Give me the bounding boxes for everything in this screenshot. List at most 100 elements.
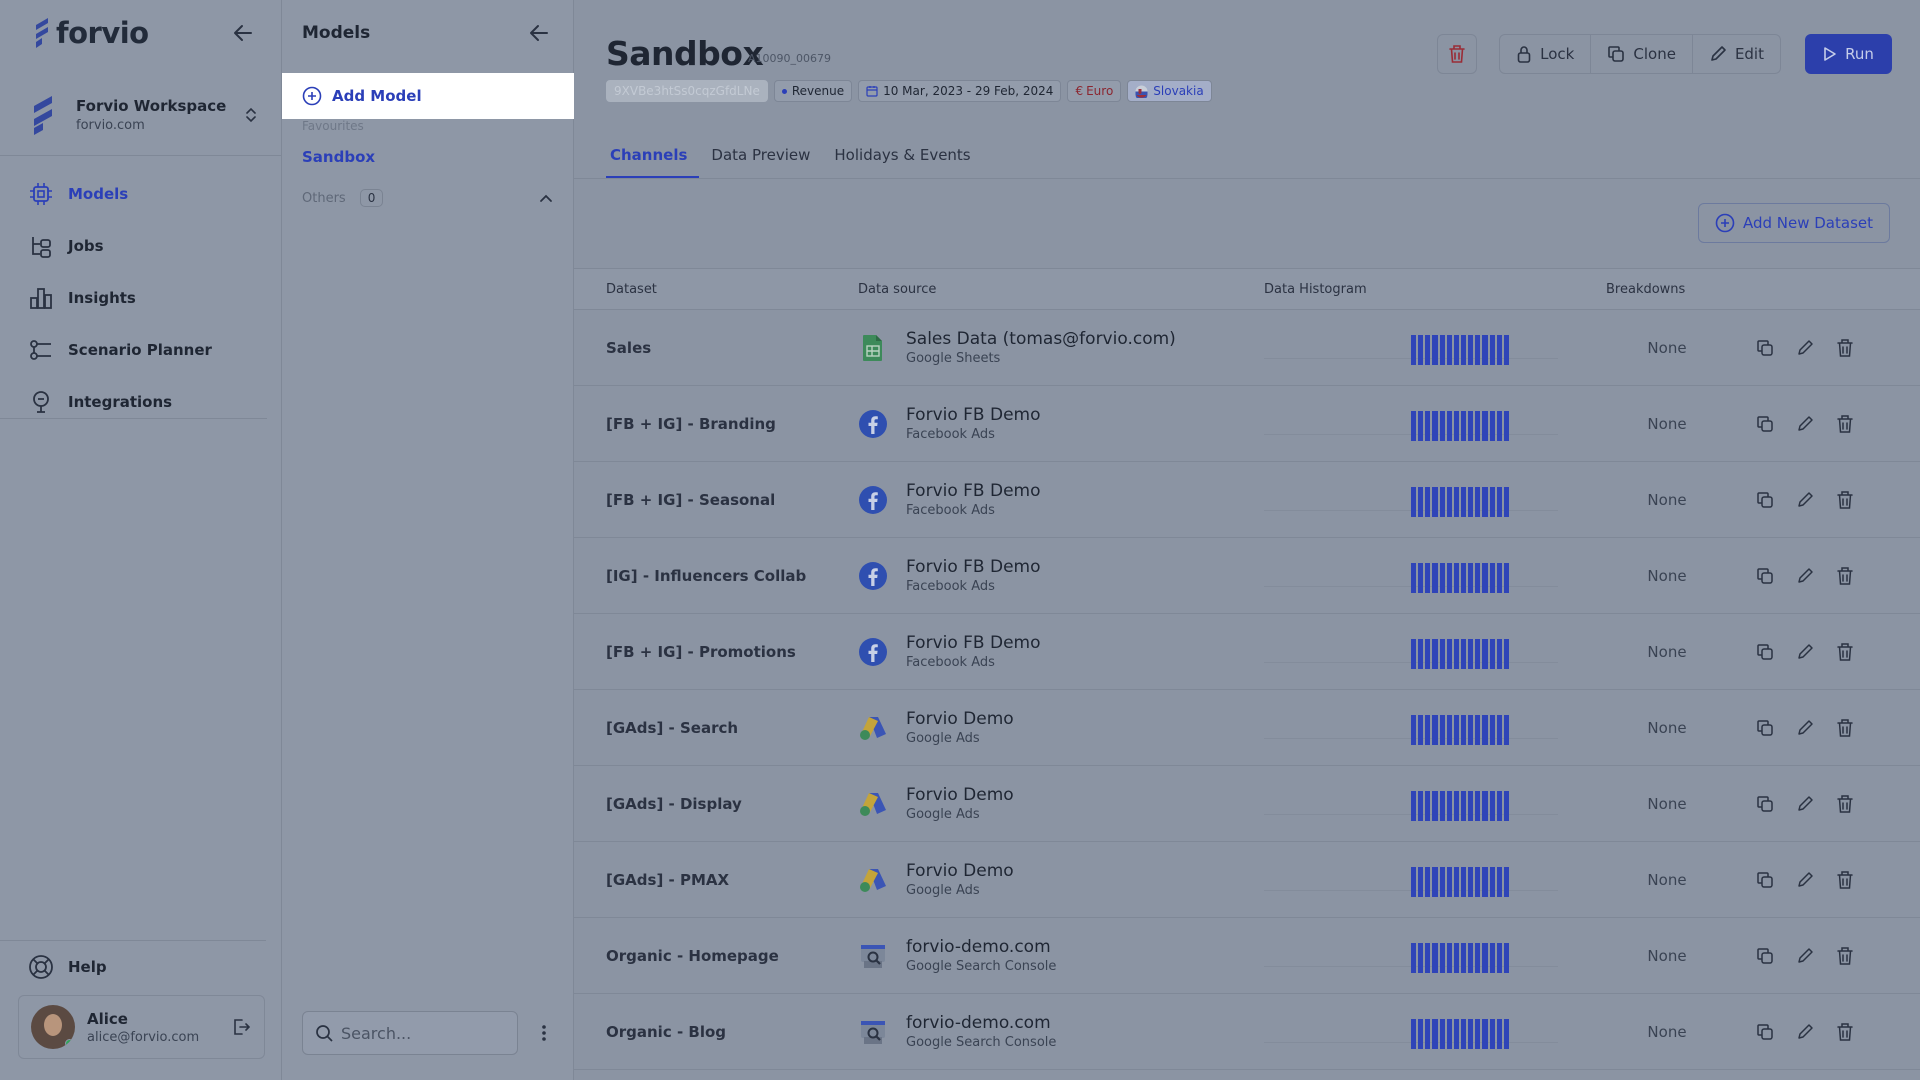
workspace-switcher[interactable]: Forvio Workspace forvio.com	[0, 74, 281, 156]
run-button[interactable]: Run	[1805, 34, 1892, 74]
duplicate-dataset-button[interactable]	[1754, 717, 1776, 739]
delete-dataset-button[interactable]	[1834, 945, 1856, 967]
edit-dataset-button[interactable]	[1794, 717, 1816, 739]
tab-data-preview[interactable]: Data Preview	[707, 146, 822, 179]
histogram-bar	[1446, 866, 1452, 897]
google-ads-icon	[858, 789, 888, 819]
tab-holidays-events[interactable]: Holidays & Events	[830, 146, 982, 179]
copy-icon	[1757, 643, 1773, 660]
delete-dataset-button[interactable]	[1834, 337, 1856, 359]
calendar-icon	[866, 86, 878, 97]
logout-button[interactable]	[230, 1016, 252, 1038]
histogram-bar	[1418, 334, 1424, 365]
histogram-bar	[1482, 486, 1488, 517]
histogram-bar	[1489, 714, 1495, 745]
nav-item-models[interactable]: Models	[0, 168, 267, 220]
edit-dataset-button[interactable]	[1794, 641, 1816, 663]
workspace-toggle[interactable]	[241, 105, 261, 125]
table-row[interactable]: [FB + IG] - Branding Forvio FB Demo Face…	[574, 386, 1920, 462]
edit-dataset-button[interactable]	[1794, 489, 1816, 511]
nav-item-integrations[interactable]: Integrations	[0, 376, 267, 428]
table-row[interactable]: Organic - Homepage forvio-demo.com Googl…	[574, 918, 1920, 994]
search-input[interactable]	[341, 1023, 511, 1043]
breakdowns-value: None	[1647, 718, 1687, 737]
edit-dataset-button[interactable]	[1794, 869, 1816, 891]
table-row[interactable]: [GAds] - Search Forvio Demo Google Ads N…	[574, 690, 1920, 766]
table-row[interactable]: [FB + IG] - Promotions Forvio FB Demo Fa…	[574, 614, 1920, 690]
dataset-name: [GAds] - PMAX	[606, 870, 730, 889]
model-key-chip[interactable]: 9XVBe3htSs0cqzGfdLNe	[606, 80, 768, 102]
table-row[interactable]: Organic - Blog forvio-demo.com Google Se…	[574, 994, 1920, 1070]
add-model-button[interactable]: Add Model	[282, 73, 574, 119]
delete-dataset-button[interactable]	[1834, 1021, 1856, 1043]
nav-item-jobs[interactable]: Jobs	[0, 220, 267, 272]
delete-dataset-button[interactable]	[1834, 793, 1856, 815]
histogram-bar	[1411, 714, 1417, 745]
delete-model-button[interactable]	[1437, 34, 1478, 74]
edit-dataset-button[interactable]	[1794, 565, 1816, 587]
histogram-bar	[1482, 866, 1488, 897]
more-options-button[interactable]	[536, 1022, 552, 1044]
duplicate-dataset-button[interactable]	[1754, 1021, 1776, 1043]
histogram-bar	[1468, 334, 1474, 365]
histogram-bar	[1411, 334, 1417, 365]
close-models-panel-button[interactable]	[525, 19, 553, 47]
histogram-bar	[1418, 1018, 1424, 1049]
data-histogram	[1264, 632, 1558, 672]
duplicate-dataset-button[interactable]	[1754, 565, 1776, 587]
edit-dataset-button[interactable]	[1794, 945, 1816, 967]
data-source-cell: Forvio FB Demo Facebook Ads	[858, 557, 1041, 594]
nav-item-insights[interactable]: Insights	[0, 272, 267, 324]
table-row[interactable]: Sales Sales Data (tomas@forvio.com) Goog…	[574, 310, 1920, 386]
online-status-dot	[65, 1039, 74, 1048]
edit-dataset-button[interactable]	[1794, 413, 1816, 435]
delete-dataset-button[interactable]	[1834, 489, 1856, 511]
delete-dataset-button[interactable]	[1834, 717, 1856, 739]
duplicate-dataset-button[interactable]	[1754, 489, 1776, 511]
histogram-bar	[1411, 866, 1417, 897]
delete-dataset-button[interactable]	[1834, 565, 1856, 587]
duplicate-dataset-button[interactable]	[1754, 869, 1776, 891]
table-row[interactable]: [IG] - Influencers Collab Forvio FB Demo…	[574, 538, 1920, 614]
clone-button[interactable]: Clone	[1590, 35, 1692, 73]
collapse-sidebar-button[interactable]	[229, 19, 257, 47]
dataset-name: [GAds] - Search	[606, 718, 739, 737]
others-toggle[interactable]	[536, 188, 556, 208]
workspace-domain: forvio.com	[76, 117, 145, 133]
user-email: alice@forvio.com	[87, 1029, 200, 1045]
duplicate-dataset-button[interactable]	[1754, 945, 1776, 967]
histogram-bars	[1411, 334, 1509, 365]
histogram-bar	[1460, 714, 1467, 745]
histogram-bar	[1475, 334, 1481, 365]
avatar[interactable]	[31, 1005, 75, 1049]
edit-dataset-button[interactable]	[1794, 1021, 1816, 1043]
delete-dataset-button[interactable]	[1834, 413, 1856, 435]
delete-dataset-button[interactable]	[1834, 869, 1856, 891]
brand-logo[interactable]: forvio	[32, 16, 149, 50]
table-row[interactable]: [FB + IG] - Seasonal Forvio FB Demo Face…	[574, 462, 1920, 538]
data-source-type: Facebook Ads	[906, 655, 995, 670]
favourite-model-item[interactable]: Sandbox	[302, 148, 375, 166]
duplicate-dataset-button[interactable]	[1754, 641, 1776, 663]
help-link[interactable]: Help	[0, 940, 266, 992]
edit-dataset-button[interactable]	[1794, 793, 1816, 815]
nav-item-scenario-planner[interactable]: Scenario Planner	[0, 324, 267, 376]
duplicate-dataset-button[interactable]	[1754, 793, 1776, 815]
duplicate-dataset-button[interactable]	[1754, 337, 1776, 359]
histogram-bar	[1411, 1018, 1417, 1049]
duplicate-dataset-button[interactable]	[1754, 413, 1776, 435]
table-row[interactable]: [GAds] - Display Forvio Demo Google Ads …	[574, 766, 1920, 842]
table-row[interactable]: [GAds] - PMAX Forvio Demo Google Ads Non…	[574, 842, 1920, 918]
add-new-dataset-button[interactable]: Add New Dataset	[1697, 203, 1890, 243]
tab-channels[interactable]: Channels	[606, 146, 700, 179]
lock-button[interactable]: Lock	[1500, 35, 1590, 73]
histogram-bar	[1475, 486, 1481, 517]
model-action-group: Lock Clone Edit	[1499, 34, 1781, 74]
breakdowns-value: None	[1647, 1022, 1687, 1041]
delete-dataset-button[interactable]	[1834, 641, 1856, 663]
histogram-bars	[1411, 638, 1509, 669]
edit-button[interactable]: Edit	[1691, 35, 1780, 73]
copy-icon	[1757, 415, 1773, 432]
histogram-bar	[1460, 866, 1467, 897]
edit-dataset-button[interactable]	[1794, 337, 1816, 359]
